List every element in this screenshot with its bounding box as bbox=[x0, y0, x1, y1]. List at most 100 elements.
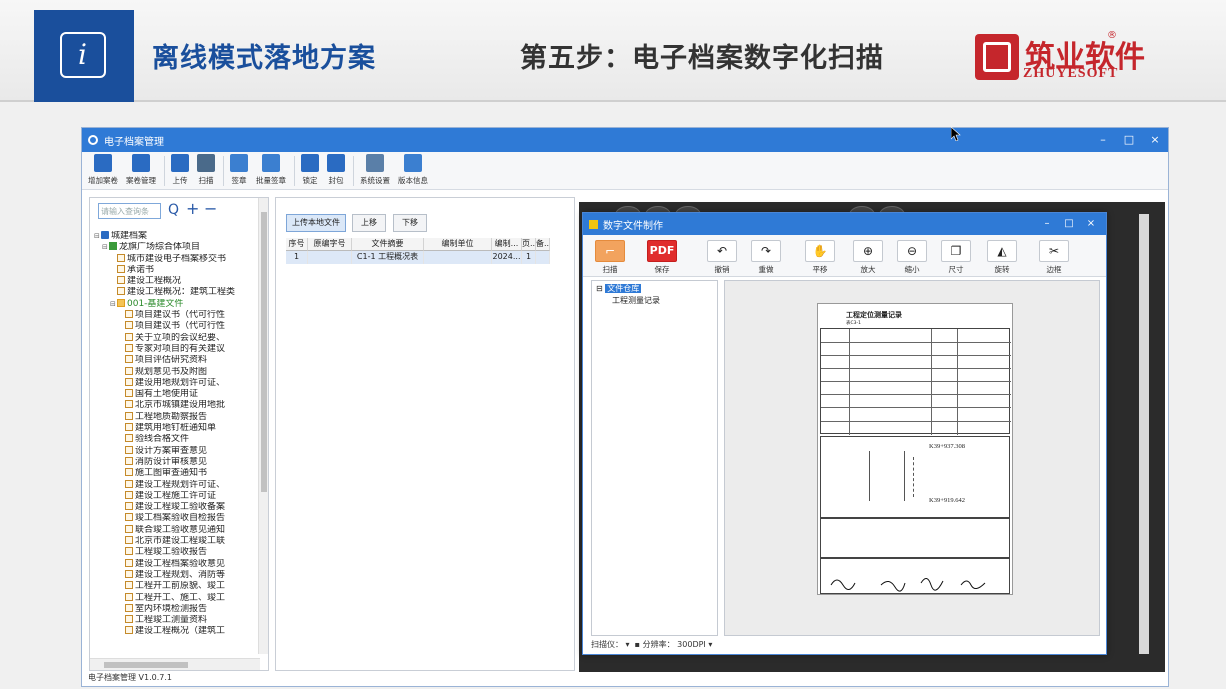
dialog-minimize-button[interactable]: – bbox=[1036, 213, 1058, 235]
dialog-resize-button[interactable]: ❐ 尺寸 bbox=[939, 240, 973, 275]
tree-item[interactable]: 规划意见书及附图 bbox=[94, 366, 256, 378]
tree-item-label: 工程开工前原貌、竣工 bbox=[135, 581, 226, 592]
table-cell: C1-1 工程概况表 bbox=[352, 251, 424, 264]
dialog-redo-button[interactable]: ↷ 重做 bbox=[749, 240, 783, 275]
tree-item[interactable]: 建设工程概况：建筑工程类 bbox=[94, 287, 256, 298]
tree-item[interactable]: 北京市城镇建设用地批 bbox=[94, 400, 256, 411]
tree-horizontal-scrollbar[interactable] bbox=[90, 658, 260, 670]
tree-item[interactable]: 城市建设电子档案移交书 bbox=[94, 253, 256, 265]
grid-column-header[interactable]: 备... bbox=[536, 238, 550, 251]
toolbar-button-0[interactable]: 增加案卷 bbox=[88, 154, 118, 186]
tree-item[interactable]: 施工图审查通知书 bbox=[94, 468, 256, 479]
tree-item[interactable]: 建设工程竣工验收备案 bbox=[94, 502, 256, 513]
grid-column-header[interactable]: 编制单位 bbox=[424, 238, 492, 251]
tree-item-label: 北京市建设工程竣工联 bbox=[135, 536, 226, 547]
upload-local-file-button[interactable]: 上传本地文件 bbox=[286, 214, 346, 232]
dialog-zoom-out-button[interactable]: ⊖ 缩小 bbox=[895, 240, 929, 275]
dialog-undo-button[interactable]: ↶ 撤销 bbox=[705, 240, 739, 275]
grid-column-header[interactable]: 序号 bbox=[286, 238, 308, 251]
dialog-titlebar[interactable]: 数字文件制作 bbox=[583, 213, 1106, 235]
expander-icon[interactable]: ⊟ bbox=[94, 231, 101, 242]
tree-item[interactable]: 建设用地规划许可证、 bbox=[94, 377, 256, 389]
tree-item[interactable]: 建设工程规划许可证、 bbox=[94, 479, 256, 491]
maximize-button[interactable]: □ bbox=[1116, 128, 1142, 152]
tree-item[interactable]: 专家对项目的有关建议 bbox=[94, 343, 256, 355]
tree-item[interactable]: 建设工程规划、消防等 bbox=[94, 569, 256, 581]
collapse-all-icon[interactable]: − bbox=[204, 199, 217, 218]
tree-item-label: 城建档案 bbox=[111, 231, 148, 241]
viewer-scrollbar[interactable] bbox=[1139, 214, 1149, 654]
tree-item[interactable]: 建设工程概况 bbox=[94, 276, 256, 287]
toolbar-button-1[interactable]: 案卷管理 bbox=[126, 154, 156, 186]
tree-item[interactable]: 国有土地使用证 bbox=[94, 389, 256, 400]
scan-preview-area[interactable]: 工程定位测量记录 表C3-1 K39+937.308 K39+919.642 bbox=[724, 280, 1100, 636]
dialog-close-button[interactable]: × bbox=[1080, 213, 1102, 235]
tree-item[interactable]: 消防设计审核意见 bbox=[94, 456, 256, 468]
app-title: 电子档案管理 bbox=[104, 136, 164, 148]
toolbar-button-4[interactable]: 签章 bbox=[230, 154, 248, 186]
tree-vertical-scrollbar[interactable] bbox=[258, 198, 268, 654]
toolbar-button-3[interactable]: 扫描 bbox=[197, 154, 215, 186]
tree-item[interactable]: ⊟ 龙旗广场综合体项目 bbox=[94, 242, 256, 253]
close-button[interactable]: × bbox=[1142, 128, 1168, 152]
toolbar-separator bbox=[164, 156, 165, 186]
survey-diagram: K39+937.308 K39+919.642 bbox=[820, 436, 1010, 518]
tree-item[interactable]: 联合竣工验收意见通知 bbox=[94, 524, 256, 536]
tree-item[interactable]: 建设工程档案验收意见 bbox=[94, 558, 256, 570]
mouse-cursor-icon bbox=[950, 126, 961, 142]
app-titlebar[interactable]: 电子档案管理 bbox=[82, 128, 1168, 152]
grid-column-header[interactable]: 文件摘要 bbox=[352, 238, 424, 251]
expand-all-icon[interactable]: + bbox=[186, 199, 199, 218]
table-row[interactable]: 1 C1-1 工程概况表 2024... 1 bbox=[286, 251, 576, 264]
tree-item[interactable]: 工程开工、施工、竣工 bbox=[94, 592, 256, 604]
tree-search-input[interactable]: 请输入查询条 bbox=[98, 203, 161, 219]
minimize-button[interactable]: – bbox=[1090, 128, 1116, 152]
tree-item[interactable]: 承诺书 bbox=[94, 264, 256, 276]
dialog-pdf-button[interactable]: PDF 保存 bbox=[645, 240, 679, 275]
tree-item[interactable]: 关于立项的会议纪要、 bbox=[94, 332, 256, 344]
toolbar-button-9[interactable]: 版本信息 bbox=[398, 154, 428, 186]
expander-icon[interactable]: ⊟ bbox=[110, 299, 117, 310]
tree-item[interactable]: 设计方案审查意见 bbox=[94, 445, 256, 457]
toolbar-button-6[interactable]: 锁定 bbox=[301, 154, 319, 186]
tree-item[interactable]: 北京市建设工程竣工联 bbox=[94, 536, 256, 547]
tree-item[interactable]: ⊟ 001-基建文件 bbox=[94, 298, 256, 310]
tree-item[interactable]: 工程竣工测量资料 bbox=[94, 615, 256, 626]
toolbar-button-7[interactable]: 封包 bbox=[327, 154, 345, 186]
toolbar-button-5[interactable]: 批量签章 bbox=[256, 154, 286, 186]
tree-item-survey-record[interactable]: 工程测量记录 bbox=[612, 295, 660, 306]
resolution-select[interactable]: 300DPI bbox=[677, 640, 706, 649]
tree-item[interactable]: 工程地质勘察报告 bbox=[94, 411, 256, 423]
tree-item[interactable]: 竣工档案验收自检报告 bbox=[94, 513, 256, 524]
dialog-crop-button[interactable]: ✂ 边框 bbox=[1037, 240, 1071, 275]
tree-item[interactable]: 工程开工前原貌、竣工 bbox=[94, 581, 256, 592]
scanner-select[interactable]: ▾ bbox=[626, 640, 630, 649]
move-down-button[interactable]: 下移 bbox=[393, 214, 427, 232]
grid-column-header[interactable]: 页... bbox=[522, 238, 536, 251]
slide-header: i 离线模式落地方案 第五步：电子档案数字化扫描 筑业软件 ® ZHUYESOF… bbox=[0, 0, 1226, 102]
tree-item[interactable]: 验线合格文件 bbox=[94, 434, 256, 445]
tree-item[interactable]: 工程竣工验收报告 bbox=[94, 547, 256, 558]
dialog-scan-button[interactable]: ⌐ 扫描 bbox=[593, 240, 627, 275]
tree-item[interactable]: 建设工程施工许可证 bbox=[94, 490, 256, 502]
dialog-hand-button[interactable]: ✋ 平移 bbox=[803, 240, 837, 275]
tree-item[interactable]: 项目建议书（代可行性 bbox=[94, 310, 256, 321]
dialog-zoom-in-button[interactable]: ⊕ 放大 bbox=[851, 240, 885, 275]
toolbar-button-2[interactable]: 上传 bbox=[171, 154, 189, 186]
tree-root-file-repository[interactable]: ⊟ 文件仓库 bbox=[596, 283, 642, 294]
tree-item[interactable]: ⊟ 城建档案 bbox=[94, 231, 256, 242]
dialog-rotate-button[interactable]: ◭ 旋转 bbox=[985, 240, 1019, 275]
tree-item[interactable]: 项目评估研究资料 bbox=[94, 355, 256, 366]
tree-item[interactable]: 项目建议书（代可行性 bbox=[94, 321, 256, 332]
search-icon[interactable]: Q bbox=[168, 202, 179, 218]
tree-item[interactable]: 室内环境检测报告 bbox=[94, 603, 256, 615]
toolbar-button-8[interactable]: 系统设置 bbox=[360, 154, 390, 186]
tree-item[interactable]: 建筑用地钉桩通知单 bbox=[94, 423, 256, 434]
grid-column-header[interactable]: 原编字号 bbox=[308, 238, 352, 251]
tree-item[interactable]: 建设工程概况（建筑工 bbox=[94, 626, 256, 637]
move-up-button[interactable]: 上移 bbox=[352, 214, 386, 232]
grid-column-header[interactable]: 编制... bbox=[492, 238, 522, 251]
dialog-maximize-button[interactable]: □ bbox=[1058, 213, 1080, 235]
resolution-dropdown-icon[interactable]: ▾ bbox=[708, 640, 712, 649]
expander-icon[interactable]: ⊟ bbox=[102, 242, 109, 253]
